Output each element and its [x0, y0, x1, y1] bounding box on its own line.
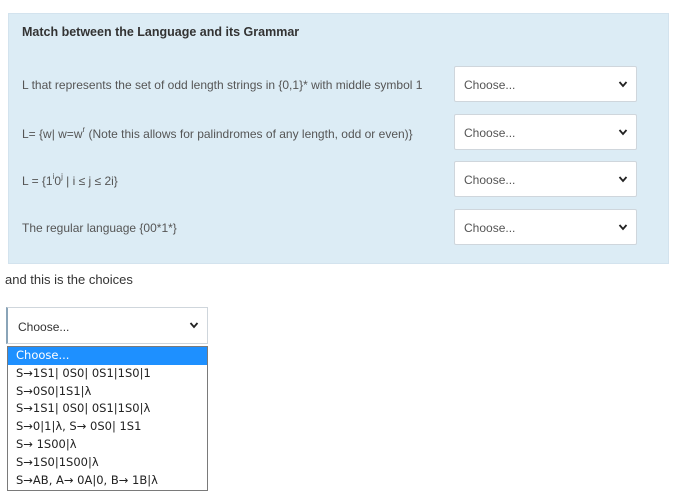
choices-caption: and this is the choices: [5, 272, 133, 287]
match-row-2-text: L= {w| w=wr (Note this allows for palind…: [22, 125, 413, 141]
match-row-2-select[interactable]: Choose...: [454, 114, 637, 150]
dropdown-option[interactable]: S→1S1| 0S0| 0S1|1S0|λ: [8, 400, 207, 418]
match-row-1: L that represents the set of odd length …: [9, 66, 668, 106]
dropdown-value: Choose...: [18, 320, 70, 334]
question-panel: Match between the Language and its Gramm…: [8, 13, 669, 264]
match-row-3: L = {1i0j | i ≤ j ≤ 2i} Choose...: [9, 161, 668, 201]
select-value: Choose...: [464, 173, 516, 187]
match-row-3-select[interactable]: Choose...: [454, 161, 637, 197]
chevron-down-icon: [618, 129, 628, 136]
dropdown-option[interactable]: S→0|1|λ, S→ 0S0| 1S1: [8, 418, 207, 436]
dropdown-option[interactable]: S→1S1| 0S0| 0S1|1S0|1: [8, 365, 207, 383]
match-row-2: L= {w| w=wr (Note this allows for palind…: [9, 114, 668, 154]
chevron-down-icon: [189, 322, 199, 329]
match-row-4-text: The regular language {00*1*}: [22, 221, 177, 235]
dropdown-option[interactable]: S→0S0|1S1|λ: [8, 383, 207, 401]
select-value: Choose...: [464, 126, 516, 140]
chevron-down-icon: [618, 176, 628, 183]
row-2-text-part: L= {w| w=w: [22, 127, 83, 141]
row-2-superscript: r: [82, 125, 86, 134]
row-3-text-part: | i ≤ j ≤ 2i}: [62, 174, 118, 188]
dropdown-options-list: Choose... S→1S1| 0S0| 0S1|1S0|1 S→0S0|1S…: [7, 346, 208, 491]
choices-dropdown[interactable]: Choose...: [6, 307, 208, 344]
match-row-1-select[interactable]: Choose...: [454, 66, 637, 102]
row-2-text-part: (Note this allows for palindromes of any…: [85, 127, 413, 141]
chevron-down-icon: [618, 81, 628, 88]
row-3-superscript: j: [61, 172, 63, 181]
dropdown-option[interactable]: S→AB, A→ 0A|0, B→ 1B|λ: [8, 472, 207, 490]
select-value: Choose...: [464, 78, 516, 92]
match-row-4: The regular language {00*1*} Choose...: [9, 209, 668, 249]
chevron-down-icon: [618, 224, 628, 231]
dropdown-option[interactable]: S→1S0|1S00|λ: [8, 454, 207, 472]
dropdown-option[interactable]: Choose...: [8, 347, 207, 365]
match-row-3-text: L = {1i0j | i ≤ j ≤ 2i}: [22, 172, 118, 188]
dropdown-option[interactable]: S→ 1S00|λ: [8, 436, 207, 454]
select-value: Choose...: [464, 221, 516, 235]
match-row-4-select[interactable]: Choose...: [454, 209, 637, 245]
question-title: Match between the Language and its Gramm…: [22, 25, 300, 39]
match-row-1-text: L that represents the set of odd length …: [22, 78, 423, 92]
row-3-text-part: L = {1: [22, 174, 53, 188]
